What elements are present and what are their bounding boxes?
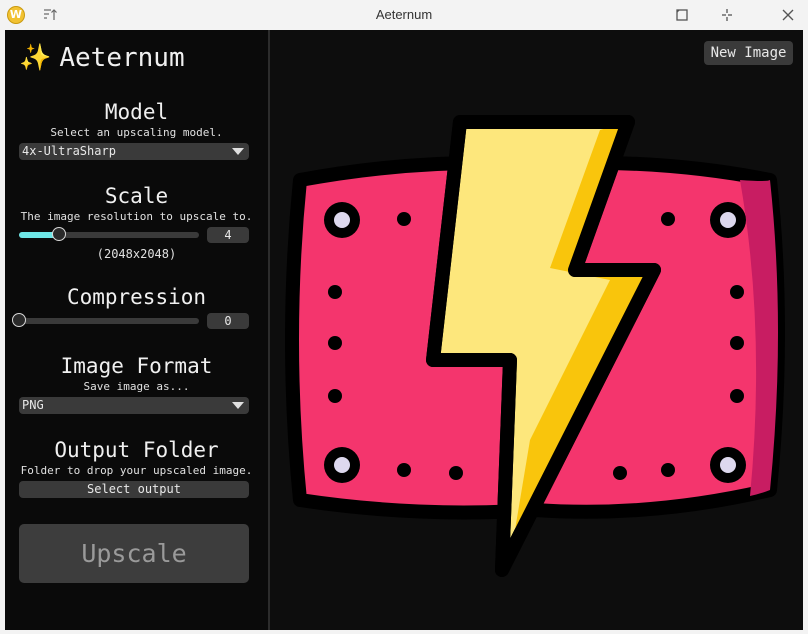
scale-resolution: (2048x2048) [96,247,177,261]
maximize-icon[interactable] [673,6,691,24]
format-title: Image Format [60,354,213,378]
preview-pane: New Image [270,30,803,630]
format-select[interactable]: PNG [19,397,249,414]
format-select-value: PNG [22,398,44,412]
chevron-down-icon [232,148,244,155]
scale-slider[interactable] [19,227,199,241]
compression-slider-thumb[interactable] [12,313,26,327]
scale-value[interactable]: 4 [207,227,249,243]
aeternum-logo-image [285,115,785,577]
upscale-button[interactable]: Upscale [19,524,249,583]
model-title: Model [104,100,169,124]
format-description: Save image as... [83,380,190,393]
model-description: Select an upscaling model. [50,126,223,139]
sparkles-icon: ✨ [19,43,52,73]
app-name: Aeternum [59,43,185,73]
sidebar: ✨ Aeternum Model Select an upscaling mode… [5,30,268,630]
compression-title: Compression [66,285,207,309]
window-border-bottom [0,630,808,634]
close-icon[interactable] [779,6,797,24]
select-output-button[interactable]: Select output [19,481,249,498]
output-description: Folder to drop your upscaled image. [20,464,253,477]
scale-description: The image resolution to upscale to. [20,210,253,223]
compression-value[interactable]: 0 [207,313,249,329]
scale-slider-thumb[interactable] [51,227,66,241]
model-select[interactable]: 4x-UltraSharp [19,143,249,160]
pin-icon[interactable] [718,6,736,24]
model-select-value: 4x-UltraSharp [22,144,116,158]
scale-title: Scale [104,184,169,208]
title-bar: W Aeternum [0,0,808,31]
chevron-down-icon [232,402,244,409]
brand-title: ✨ Aeternum [19,43,185,73]
output-title: Output Folder [54,438,219,462]
window-border-right [803,30,808,634]
compression-slider[interactable] [12,313,199,327]
